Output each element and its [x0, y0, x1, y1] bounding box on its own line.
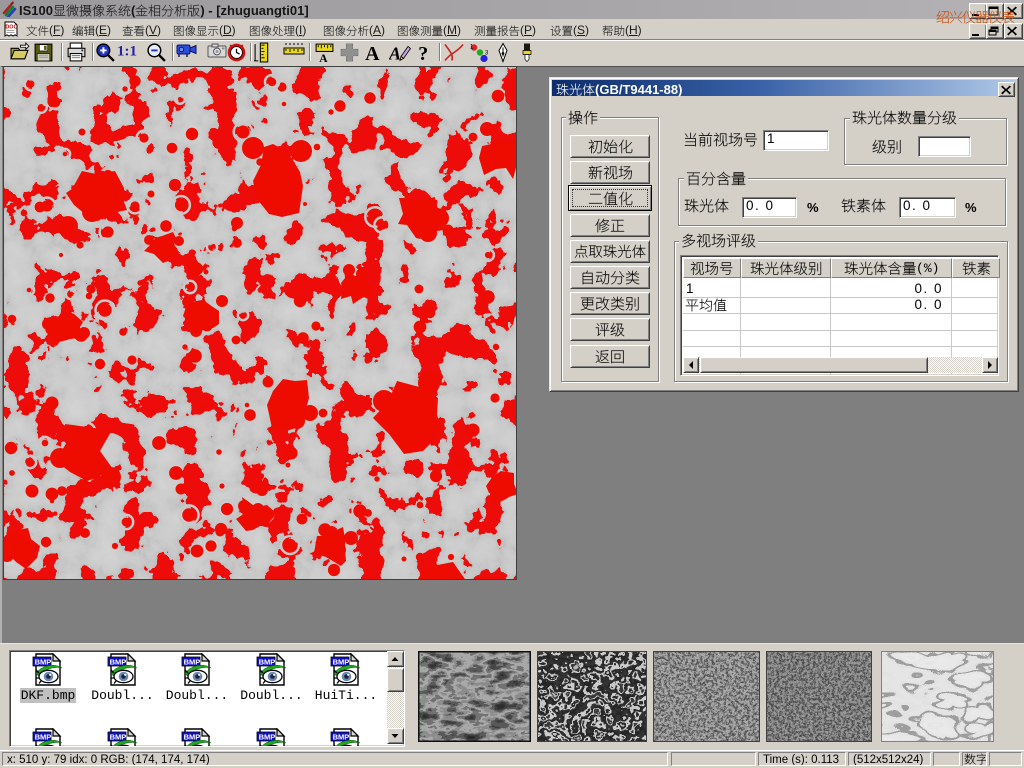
svg-text:BMP: BMP	[109, 657, 126, 666]
svg-text:BMP: BMP	[258, 657, 275, 666]
svg-text:A: A	[319, 52, 328, 62]
svg-text:A: A	[365, 42, 380, 62]
svg-text:BMP: BMP	[109, 732, 126, 741]
svg-text:BMP: BMP	[184, 732, 201, 741]
svg-text:BMP: BMP	[333, 732, 350, 741]
svg-text:BMP: BMP	[333, 657, 350, 666]
svg-text:A: A	[389, 43, 401, 63]
svg-text:1:1: 1:1	[117, 43, 137, 58]
svg-text:3: 3	[485, 50, 489, 56]
svg-text:DOC: DOC	[5, 25, 17, 31]
svg-text:?: ?	[418, 42, 428, 62]
svg-text:BMP: BMP	[184, 657, 201, 666]
svg-text:BMP: BMP	[35, 732, 52, 741]
svg-text:BMP: BMP	[35, 657, 52, 666]
svg-text:BMP: BMP	[258, 732, 275, 741]
